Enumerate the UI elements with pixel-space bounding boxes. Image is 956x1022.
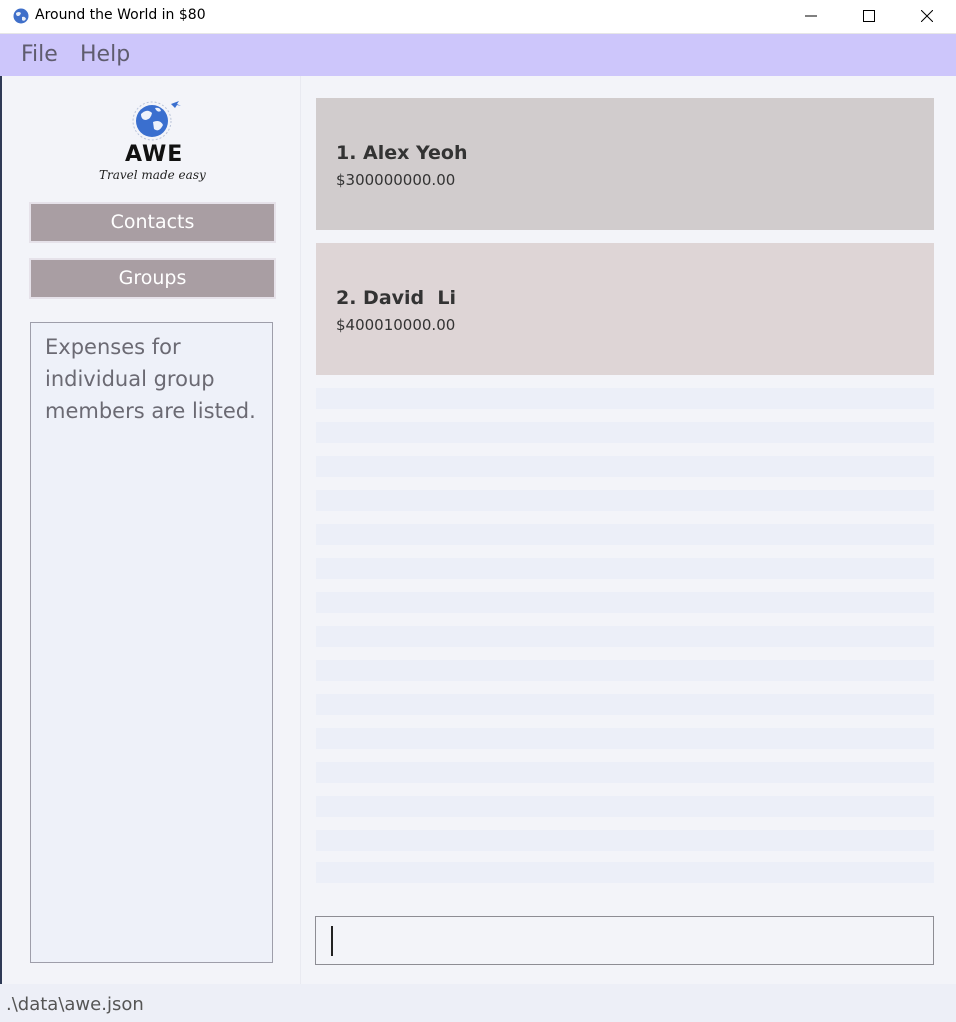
contacts-button[interactable]: Contacts	[29, 202, 276, 243]
text-caret	[331, 926, 333, 956]
description-panel: Expenses for individual group members ar…	[30, 322, 273, 963]
globe-icon	[12, 7, 30, 25]
menu-file[interactable]: File	[21, 42, 58, 67]
member-name: 2. David Li	[336, 287, 456, 309]
member-name: 1. Alex Yeoh	[336, 142, 468, 164]
logo-title: AWE	[125, 142, 184, 167]
window-title: Around the World in $80	[35, 7, 206, 23]
menu-help[interactable]: Help	[80, 42, 130, 67]
empty-list-row	[316, 694, 934, 715]
minimize-icon	[805, 15, 817, 17]
empty-list-row	[316, 524, 934, 545]
empty-list-row	[316, 728, 934, 749]
empty-list-row	[316, 660, 934, 681]
logo-tagline: Travel made easy	[99, 168, 206, 182]
empty-list-row	[316, 796, 934, 817]
empty-list-row	[316, 422, 934, 443]
maximize-button[interactable]	[840, 0, 898, 33]
command-input[interactable]	[315, 916, 934, 965]
minimize-button[interactable]	[782, 0, 840, 33]
panel-divider	[300, 76, 301, 984]
close-icon	[921, 10, 933, 22]
empty-list-row	[316, 862, 934, 883]
empty-list-row	[316, 762, 934, 783]
empty-list-row	[316, 558, 934, 579]
member-amount: $400010000.00	[336, 316, 456, 334]
close-button[interactable]	[898, 0, 956, 33]
status-bar: .\data\awe.json	[0, 984, 956, 1022]
empty-list-row	[316, 490, 934, 511]
member-amount: $300000000.00	[336, 171, 456, 189]
empty-list-row	[316, 626, 934, 647]
empty-list-row	[316, 388, 934, 409]
expense-card[interactable]: 2. David Li $400010000.00	[316, 243, 934, 375]
groups-button[interactable]: Groups	[29, 258, 276, 299]
expense-card[interactable]: 1. Alex Yeoh $300000000.00	[316, 98, 934, 230]
title-bar: Around the World in $80	[0, 0, 956, 34]
menu-bar: File Help	[0, 34, 956, 76]
data-file-path: .\data\awe.json	[6, 994, 144, 1015]
maximize-icon	[863, 10, 875, 22]
empty-list-row	[316, 830, 934, 851]
empty-list-row	[316, 456, 934, 477]
empty-list-row	[316, 592, 934, 613]
